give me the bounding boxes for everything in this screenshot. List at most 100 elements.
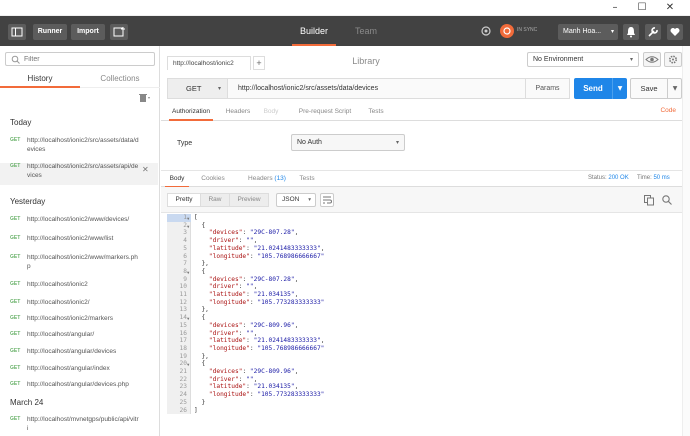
runner-button[interactable]: Runner [33, 24, 67, 40]
wrap-icon [323, 196, 333, 204]
fold-toggle-icon[interactable]: ▼ [187, 361, 191, 369]
status-label: Status: [588, 175, 607, 181]
user-menu[interactable]: Manh Hoa... ▾ [558, 24, 618, 40]
line-number: 25 [179, 398, 187, 406]
history-item[interactable]: GET http://localhost/mvnetgps/public/api/… [0, 416, 158, 436]
auth-type-value: No Auth [297, 139, 322, 146]
line-number: 21 [179, 368, 187, 375]
history-item[interactable]: GET http://localhost/ionic2/ [0, 299, 158, 313]
history-item[interactable]: GET http://localhost/angular/ [0, 331, 158, 345]
settings-button[interactable] [645, 24, 661, 40]
new-window-button[interactable] [110, 24, 128, 40]
code-line: "latitude": "21.0241483333333", [208, 337, 325, 345]
tab-team-library[interactable]: Team Library [340, 16, 392, 66]
history-item[interactable]: GET http://localhost/ionic2/src/assets/d… [0, 137, 158, 159]
notifications-button[interactable] [623, 24, 639, 40]
fold-toggle-icon[interactable]: ▼ [187, 269, 191, 277]
format-preview[interactable]: Preview [229, 193, 269, 207]
format-raw[interactable]: Raw [200, 193, 230, 207]
window-scrollbar[interactable] [682, 46, 690, 436]
copy-icon[interactable] [643, 194, 655, 206]
line-number: 7 [183, 260, 187, 268]
response-tabs: Body Cookies Headers (13) Tests Status: … [161, 170, 690, 188]
line-number: 24 [179, 391, 187, 399]
method-badge: GET [10, 163, 21, 169]
fold-toggle-icon[interactable]: ▼ [187, 315, 191, 323]
save-button[interactable]: Save ▼ [630, 78, 682, 99]
history-item[interactable]: GET http://localhost/ionic2/www/list [0, 235, 158, 249]
tab-response-tests[interactable]: Tests [295, 171, 319, 188]
tab-body[interactable]: Body [261, 104, 281, 121]
chevron-down-icon[interactable]: ▼ [667, 79, 682, 98]
history-item[interactable]: GET http://localhost/ionic2/src/assets/a… [0, 163, 158, 185]
line-number: 16 [179, 329, 187, 337]
params-button[interactable]: Params [525, 78, 569, 99]
tab-history[interactable]: History [0, 70, 80, 88]
generate-code-link[interactable]: Code [660, 107, 676, 114]
line-number: 9 [183, 275, 187, 283]
code-line: { [194, 267, 206, 275]
request-tab[interactable]: http://localhost/ionic2 [167, 56, 251, 70]
sync-status-label: IN SYNC [517, 27, 538, 33]
environment-select[interactable]: No Environment ▾ [527, 52, 639, 67]
code-line: "longitude": "105.768986666667" [208, 344, 325, 352]
url-input[interactable]: http://localhost/ionic2/src/assets/data/… [238, 79, 378, 98]
chevron-down-icon: ▾ [629, 56, 633, 63]
maximize-button[interactable]: ☐ [631, 1, 653, 15]
code-line: "longitude": "105.773283333333" [208, 391, 325, 399]
history-item[interactable]: GET http://localhost/ionic2/www/devices/ [0, 216, 158, 230]
format-pretty[interactable]: Pretty [167, 193, 201, 207]
line-number: 19 [179, 352, 187, 360]
auth-type-select[interactable]: No Auth ▾ [291, 134, 405, 151]
history-item[interactable]: GET http://localhost/angular/devices [0, 348, 158, 362]
filter-input[interactable] [24, 54, 149, 64]
fold-toggle-icon[interactable]: ▼ [187, 223, 191, 231]
chevron-down-icon: ▾ [308, 197, 311, 203]
line-number: 10 [179, 283, 187, 291]
line-number: 2 [183, 221, 187, 229]
response-body-code[interactable]: 1 ▼[2 ▼ {3 "devices": "29C-807.28", 4 "driv… [167, 214, 682, 429]
history-item[interactable]: GET http://localhost/ionic2/markers [0, 315, 158, 329]
interceptor-icon[interactable] [480, 25, 492, 37]
code-line: { [194, 314, 206, 322]
wrap-lines-button[interactable] [320, 193, 334, 207]
history-item[interactable]: GET http://localhost/angular/devices.php [0, 381, 158, 395]
history-item[interactable]: GET http://localhost/angular/index [0, 365, 158, 379]
manage-environments-button[interactable] [664, 52, 682, 67]
fold-toggle-icon[interactable]: ▼ [187, 215, 191, 223]
filter-box[interactable] [5, 52, 155, 66]
history-url: http://localhost/angular/ [27, 331, 95, 338]
send-button[interactable]: Send ▼ [574, 78, 627, 99]
format-type-select[interactable]: JSON ▾ [276, 193, 316, 207]
search-icon[interactable] [661, 194, 673, 206]
minimize-button[interactable]: – [604, 1, 626, 15]
close-icon[interactable]: ✕ [142, 165, 149, 174]
code-line: { [194, 360, 206, 368]
trash-icon[interactable] [138, 93, 152, 103]
method-value: GET [186, 84, 202, 93]
method-select[interactable]: GET ▾ [168, 79, 228, 98]
history-item[interactable]: GET http://localhost/ionic2 [0, 281, 158, 295]
history-item[interactable]: GET http://localhost/ionic2/www/markers.p… [0, 254, 158, 276]
sidebar-toggle-icon [11, 27, 23, 37]
new-tab-button[interactable]: + [253, 56, 265, 70]
sidebar-toggle-button[interactable] [8, 24, 26, 40]
environment-quick-look-button[interactable] [643, 52, 661, 67]
tab-collections[interactable]: Collections [80, 70, 160, 88]
method-badge: GET [10, 331, 21, 337]
tab-headers[interactable]: Headers [223, 104, 253, 121]
line-number: 12 [179, 298, 187, 306]
tab-response-body[interactable]: Body [165, 171, 189, 188]
tab-response-cookies[interactable]: Cookies [197, 171, 229, 188]
tab-tests[interactable]: Tests [366, 104, 386, 121]
favorites-button[interactable] [667, 24, 683, 40]
tab-pre-request-script[interactable]: Pre-request Script [294, 104, 356, 121]
line-number: 15 [179, 321, 187, 329]
chevron-down-icon[interactable]: ▼ [612, 78, 627, 99]
tab-response-headers[interactable]: Headers (13) [239, 171, 295, 188]
code-line: "driver": "", [208, 329, 258, 337]
close-window-button[interactable]: ✕ [659, 1, 681, 15]
import-button[interactable]: Import [71, 24, 105, 40]
tab-builder[interactable]: Builder [292, 16, 336, 46]
tab-authorization[interactable]: Authorization [169, 104, 213, 121]
